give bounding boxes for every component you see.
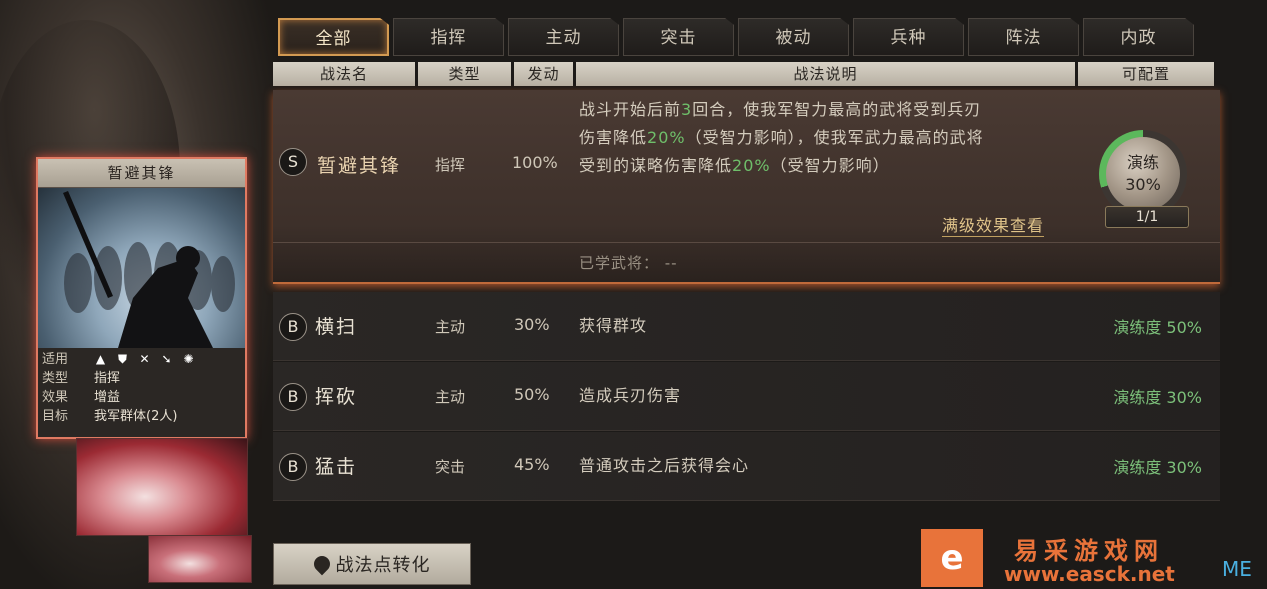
card-title: 暂避其锋 (38, 159, 245, 188)
tab-active[interactable]: 主动 (508, 18, 619, 56)
card-row-effect: 效果 增益 (42, 388, 241, 407)
skill-type: 主动 (435, 318, 466, 336)
header-config[interactable]: 可配置 (1078, 62, 1214, 86)
unit-types: ▲ ⛊ ✕ ➘ ✺ (94, 350, 195, 369)
watermark-url: www.easck.net (1004, 562, 1175, 586)
drill-percent: 30% (1125, 175, 1161, 194)
card-row-target: 目标 我军群体(2人) (42, 407, 241, 426)
skill-rate: 100% (512, 153, 558, 172)
skill-name: 猛击 (315, 456, 358, 478)
card-value: 增益 (94, 390, 121, 405)
header-rate[interactable]: 发动 (514, 62, 573, 86)
tab-command[interactable]: 指挥 (393, 18, 504, 56)
skill-type: 突击 (435, 458, 466, 476)
divider (273, 242, 1220, 243)
grade-badge: B (279, 453, 307, 481)
skill-name: 挥砍 (315, 386, 358, 408)
skill-type: 主动 (435, 388, 466, 406)
skill-rate: 50% (514, 385, 550, 404)
card-key: 适用 (42, 352, 69, 367)
drill-progress[interactable]: 演练 30% 1/1 (1099, 130, 1193, 230)
grade-badge: B (279, 383, 307, 411)
table-header: 战法名 类型 发动 战法说明 可配置 (273, 62, 1214, 86)
skill-type: 指挥 (435, 156, 466, 174)
grade-badge: B (279, 313, 307, 341)
desc-line: 伤害降低20%（受智力影响），使我军武力最高的武将 (579, 128, 984, 147)
watermark-title: 易采游戏网 (1014, 537, 1164, 565)
header-type[interactable]: 类型 (418, 62, 511, 86)
skill-description: 造成兵刃伤害 (579, 386, 682, 405)
siege-icon: ✺ (183, 352, 194, 366)
bow-icon: ✕ (139, 352, 150, 366)
skill-name: 横扫 (315, 316, 358, 338)
grade-badge: S (279, 148, 307, 176)
card-key: 效果 (42, 390, 69, 405)
card-row-units: 适用 ▲ ⛊ ✕ ➘ ✺ (42, 350, 241, 369)
tab-internal[interactable]: 内政 (1083, 18, 1194, 56)
skill-point-icon (310, 552, 333, 576)
skill-row[interactable]: B 挥砍 主动 50% 造成兵刃伤害 演练度 30% (273, 362, 1220, 431)
card-thumbnail[interactable] (148, 535, 252, 583)
skill-rate: 30% (514, 315, 550, 334)
tab-troop[interactable]: 兵种 (853, 18, 964, 56)
drill-progress-center: 演练 30% (1106, 137, 1180, 211)
convert-button-label: 战法点转化 (335, 555, 431, 576)
spear-icon: ➘ (161, 352, 172, 366)
skill-description: 战斗开始后前3回合，使我军智力最高的武将受到兵刃 伤害降低20%（受智力影响），… (579, 96, 1079, 180)
skill-row[interactable]: B 横扫 主动 30% 获得群攻 演练度 50% (273, 292, 1220, 361)
skill-rate: 45% (514, 455, 550, 474)
drill-count: 1/1 (1105, 206, 1189, 228)
skill-description: 获得群攻 (579, 316, 648, 335)
skill-card: 暂避其锋 适用 ▲ ⛊ ✕ ➘ ✺ 类型 指挥 效果 增益 目标 我军群体(2人… (36, 157, 247, 439)
tab-all[interactable]: 全部 (278, 18, 389, 56)
watermark-suffix: ME (1222, 557, 1252, 581)
desc-line: 受到的谋略伤害降低20%（受智力影响） (579, 156, 890, 175)
skill-description: 普通攻击之后获得会心 (579, 456, 750, 475)
card-value: 指挥 (94, 371, 121, 386)
shield-icon: ⛊ (117, 352, 127, 366)
card-info: 适用 ▲ ⛊ ✕ ➘ ✺ 类型 指挥 效果 增益 目标 我军群体(2人) (38, 348, 245, 428)
skill-name: 暂避其锋 (317, 155, 402, 177)
drill-progress-ring: 演练 30% (1099, 130, 1187, 218)
tab-formation[interactable]: 阵法 (968, 18, 1079, 56)
tab-assault[interactable]: 突击 (623, 18, 734, 56)
card-key: 类型 (42, 371, 69, 386)
learned-generals: 已学武将： -- (579, 254, 678, 272)
header-desc: 战法说明 (576, 62, 1075, 86)
category-tabs: 全部 指挥 主动 突击 被动 兵种 阵法 内政 (278, 18, 1194, 56)
card-thumbnail[interactable] (76, 438, 248, 536)
proficiency: 演练度 30% (1113, 388, 1202, 407)
desc-line: 战斗开始后前3回合，使我军智力最高的武将受到兵刃 (579, 100, 982, 119)
skill-point-convert-button[interactable]: 战法点转化 (273, 543, 471, 585)
watermark-logo: e (921, 529, 983, 587)
drill-label: 演练 (1126, 153, 1159, 172)
skill-row[interactable]: B 猛击 突击 45% 普通攻击之后获得会心 演练度 30% (273, 432, 1220, 501)
card-row-type: 类型 指挥 (42, 369, 241, 388)
proficiency: 演练度 30% (1113, 458, 1202, 477)
warrior-silhouette (63, 191, 235, 348)
skill-list: S 暂避其锋 指挥 100% 战斗开始后前3回合，使我军智力最高的武将受到兵刃 … (273, 90, 1220, 501)
cavalry-icon: ▲ (95, 352, 106, 366)
max-level-effect-link[interactable]: 满级效果查看 (942, 212, 1045, 237)
header-name[interactable]: 战法名 (273, 62, 415, 86)
card-illustration (38, 188, 245, 348)
card-value: 我军群体(2人) (94, 409, 178, 424)
skill-row-selected[interactable]: S 暂避其锋 指挥 100% 战斗开始后前3回合，使我军智力最高的武将受到兵刃 … (273, 90, 1220, 284)
tab-passive[interactable]: 被动 (738, 18, 849, 56)
card-key: 目标 (42, 409, 69, 424)
proficiency: 演练度 50% (1113, 318, 1202, 337)
